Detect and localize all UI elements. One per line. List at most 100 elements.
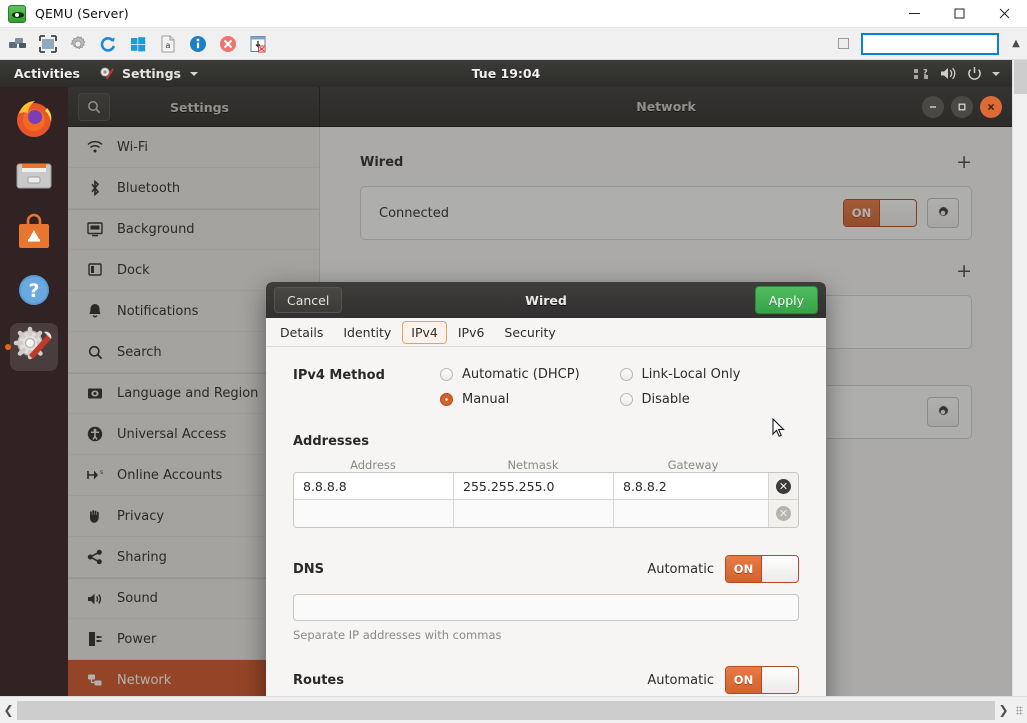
radio-indicator [620,393,633,406]
tab-ipv4[interactable]: IPv4 [402,321,447,344]
eject-media-icon[interactable] [246,32,270,56]
host-toolbar-input[interactable] [861,33,999,55]
dock-item-files[interactable] [10,152,58,200]
delete-address-row-button[interactable]: ✕ [769,500,798,527]
app-menu-settings[interactable]: Settings [91,60,206,87]
sidebar-item-label: Sound [117,591,158,606]
dock-item-help[interactable]: ? [10,266,58,314]
dock-item-ubuntu-software[interactable] [10,209,58,257]
ipv4-method-row: IPv4 Method Automatic (DHCP) Link-Local … [293,367,799,407]
accessibility-icon [86,426,104,442]
dns-servers-input[interactable] [293,594,799,621]
column-header-netmask: Netmask [453,458,613,472]
windows-logo-icon[interactable] [126,32,150,56]
dns-title: DNS [293,562,324,577]
dialog-title: Wired [266,293,826,308]
tab-security[interactable]: Security [495,321,564,344]
host-minimize-button[interactable] [892,0,937,28]
wired-dialog: Cancel Wired Apply Details Identity IPv4… [266,282,826,696]
gear-icon [935,205,951,221]
host-vertical-scrollbar[interactable] [1012,60,1027,696]
add-connection-button[interactable]: + [956,153,972,172]
cancel-icon[interactable] [216,32,240,56]
address-input[interactable] [294,500,454,527]
radio-link-local-only[interactable]: Link-Local Only [620,367,800,382]
network-devices-icon[interactable] [6,32,30,56]
sidebar-item-bluetooth[interactable]: Bluetooth [68,168,319,209]
gateway-input[interactable] [614,500,769,527]
addresses-header: Addresses [293,434,799,449]
volume-icon [940,66,957,81]
host-vertical-scroll-thumb[interactable] [1014,60,1027,94]
settings-maximize-button[interactable] [951,96,973,118]
info-icon[interactable] [186,32,210,56]
activities-button[interactable]: Activities [0,60,91,87]
wired-connection-card: Connected ON [360,186,972,240]
bluetooth-icon [86,180,104,196]
sidebar-item-background[interactable]: Background [68,209,319,250]
sidebar-item-label: Bluetooth [117,181,180,196]
apply-button[interactable]: Apply [755,286,818,314]
sidebar-item-label: Dock [117,263,150,278]
cancel-button[interactable]: Cancel [274,287,342,313]
radio-disable[interactable]: Disable [620,392,800,407]
radio-indicator [620,368,633,381]
host-hscroll-track[interactable] [17,701,995,720]
sidebar-item-label: Power [117,632,156,647]
settings-close-button[interactable] [980,96,1002,118]
dock-item-settings[interactable] [10,323,58,371]
ascii-document-icon[interactable]: a [156,32,180,56]
sidebar-item-wifi[interactable]: Wi-Fi [68,127,319,168]
radio-label: Link-Local Only [642,367,741,382]
address-input[interactable]: 8.8.8.8 [294,473,454,499]
host-toolbar-checkbox[interactable] [838,38,849,49]
fullscreen-icon[interactable] [36,32,60,56]
dock-item-firefox[interactable] [10,95,58,143]
system-tray[interactable]: ? [914,66,1012,81]
wired-card-controls: ON [843,198,959,228]
host-window-title: QEMU (Server) [35,6,129,21]
dock: ? [0,87,68,696]
scroll-right-icon[interactable]: ❯ [995,697,1012,723]
search-icon[interactable] [78,93,110,121]
dns-automatic-label: Automatic [647,562,714,577]
host-hscroll-thumb[interactable] [17,701,995,720]
routes-automatic-toggle[interactable]: ON [725,666,799,694]
host-maximize-button[interactable] [937,0,982,28]
share-icon [86,549,104,565]
host-close-button[interactable] [982,0,1027,28]
scroll-left-icon[interactable]: ❮ [0,697,17,723]
tab-identity[interactable]: Identity [334,321,400,344]
scroll-up-icon[interactable]: ▲ [1008,36,1024,52]
settings-gear-icon[interactable] [66,32,90,56]
toggle-on-label: ON [726,556,761,582]
host-horizontal-scrollbar[interactable]: ❮ ❯ [0,696,1027,723]
sidebar-item-label: Search [117,345,162,360]
tab-details[interactable]: Details [271,321,332,344]
ipv4-method-options: Automatic (DHCP) Link-Local Only Manual [440,367,799,407]
keyboard-input-icon: ? [914,67,930,81]
table-row: ✕ [294,500,798,527]
netmask-input[interactable] [454,500,614,527]
settings-minimize-button[interactable] [922,96,944,118]
toggle-on-label: ON [726,667,761,693]
refresh-icon[interactable] [96,32,120,56]
dns-automatic-toggle[interactable]: ON [725,555,799,583]
delete-address-row-button[interactable]: ✕ [769,473,798,499]
wired-settings-button[interactable] [927,198,959,228]
toggle-knob [761,667,798,693]
wired-toggle[interactable]: ON [843,199,917,227]
gnome-topbar: Activities Settings Tue 19:04 [0,60,1012,87]
remove-circle-icon: ✕ [776,506,791,521]
gateway-input[interactable]: 8.8.8.2 [614,473,769,499]
radio-automatic-dhcp[interactable]: Automatic (DHCP) [440,367,620,382]
add-secondary-button[interactable]: + [956,262,972,281]
netmask-input[interactable]: 255.255.255.0 [454,473,614,499]
tab-ipv6[interactable]: IPv6 [449,321,494,344]
network-icon [86,673,104,688]
tertiary-settings-button[interactable] [927,397,959,427]
radio-manual[interactable]: Manual [440,392,620,407]
dns-section: DNS Automatic ON Separate IP addresses w… [293,555,799,642]
resize-grip-icon[interactable] [1012,697,1027,723]
sidebar-item-label: Online Accounts [117,468,222,483]
